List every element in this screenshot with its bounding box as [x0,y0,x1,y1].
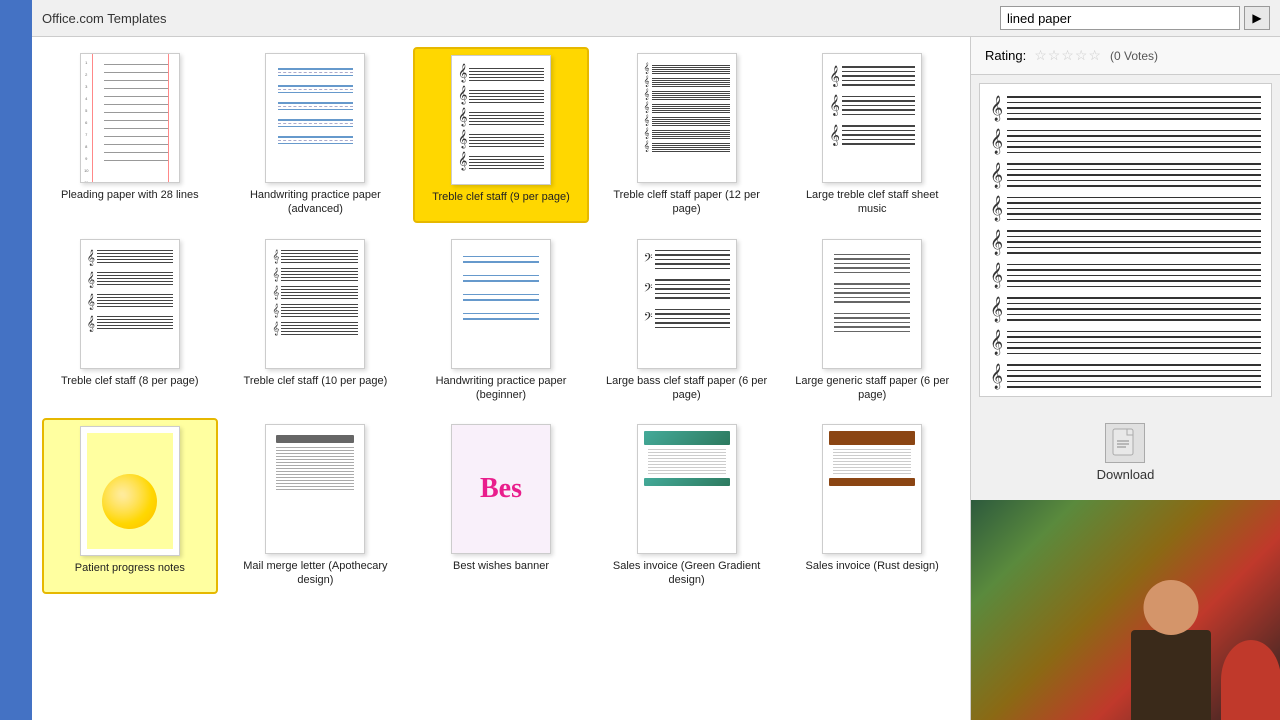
template-thumb-patient-progress [80,426,180,556]
template-large-treble[interactable]: 𝄞 𝄞 [784,47,960,223]
template-thumb-treble-8: 𝄞 𝄞 [80,239,180,369]
template-label-patient-progress: Patient progress notes [75,561,185,575]
pleading-numbers: 123 456 789 101112 13 [81,54,93,182]
content-area: 123 456 789 101112 13 [32,37,1280,720]
template-thumb-hw-beginner [451,239,551,369]
main-content: Office.com Templates ▶ 123 456 789 10111… [32,0,1280,720]
header-bar: Office.com Templates ▶ [32,0,1280,37]
template-label-treble-8: Treble clef staff (8 per page) [61,374,199,388]
preview-section: 𝄞 𝄞 [979,83,1272,397]
template-label-hw-advanced: Handwriting practice paper (advanced) [234,188,398,217]
search-input[interactable] [1000,6,1240,30]
template-handwriting-beginner[interactable]: Handwriting practice paper (beginner) [413,233,589,409]
template-label-treble-10: Treble clef staff (10 per page) [244,374,388,388]
templates-grid: 123 456 789 101112 13 [42,47,960,594]
template-label-pleading-28: Pleading paper with 28 lines [61,188,199,202]
template-pleading-28[interactable]: 123 456 789 101112 13 [42,47,218,223]
template-sales-invoice-green[interactable]: Sales invoice (Green Gradient design) [599,418,775,594]
template-thumb-large-treble: 𝄞 𝄞 [822,53,922,183]
template-handwriting-advanced[interactable]: Handwriting practice paper (advanced) [228,47,404,223]
template-label-large-treble: Large treble clef staff sheet music [790,188,954,217]
rating-stars: ☆☆☆☆☆ [1034,47,1102,64]
left-accent-bar [0,0,32,720]
template-patient-progress[interactable]: Patient progress notes [42,418,218,594]
template-thumb-mail-merge [265,424,365,554]
template-label-hw-beginner: Handwriting practice paper (beginner) [419,374,583,403]
template-generic-staff[interactable]: Large generic staff paper (6 per page) [784,233,960,409]
templates-grid-area: 123 456 789 101112 13 [32,37,970,720]
rating-label: Rating: [985,48,1026,63]
template-label-mail-merge: Mail merge letter (Apothecary design) [234,559,398,588]
template-thumb-treble-12: 𝄞 𝄞 [637,53,737,183]
template-thumb-pleading: 123 456 789 101112 13 [80,53,180,183]
template-thumb-sales-invoice-rust [822,424,922,554]
template-sales-invoice-rust[interactable]: Sales invoice (Rust design) [784,418,960,594]
template-label-generic-staff: Large generic staff paper (6 per page) [790,374,954,403]
template-treble-9[interactable]: 𝄞 𝄞 [413,47,589,223]
search-button[interactable]: ▶ [1244,6,1270,30]
download-icon [1105,423,1145,463]
template-treble-10[interactable]: 𝄞 𝄞 [228,233,404,409]
right-panel: Rating: ☆☆☆☆☆ (0 Votes) 𝄞 [970,37,1280,720]
rating-votes: (0 Votes) [1110,49,1158,63]
download-button[interactable]: Download [1077,415,1175,490]
template-thumb-sales-invoice-green [637,424,737,554]
download-label: Download [1097,467,1155,482]
template-thumb-treble-9: 𝄞 𝄞 [451,55,551,185]
rating-section: Rating: ☆☆☆☆☆ (0 Votes) [971,37,1280,75]
template-label-bass-clef: Large bass clef staff paper (6 per page) [605,374,769,403]
download-section: Download [971,405,1280,500]
template-label-sales-invoice-rust: Sales invoice (Rust design) [806,559,939,573]
search-box: ▶ [1000,6,1270,30]
webcam-area [971,500,1280,720]
template-thumb-treble-10: 𝄞 𝄞 [265,239,365,369]
template-mail-merge[interactable]: Mail merge letter (Apothecary design) [228,418,404,594]
rating-row: Rating: ☆☆☆☆☆ (0 Votes) [985,47,1266,64]
office-label: Office.com Templates [42,11,167,26]
template-thumb-generic-staff [822,239,922,369]
template-label-best-wishes: Best wishes banner [453,559,549,573]
template-label-sales-invoice-green: Sales invoice (Green Gradient design) [605,559,769,588]
template-label-treble-9: Treble clef staff (9 per page) [432,190,570,204]
template-treble-12[interactable]: 𝄞 𝄞 [599,47,775,223]
template-label-treble-12: Treble cleff staff paper (12 per page) [605,188,769,217]
template-best-wishes[interactable]: Bes Best wishes banner [413,418,589,594]
accent-tab [0,130,32,190]
template-treble-8[interactable]: 𝄞 𝄞 [42,233,218,409]
download-file-icon [1112,428,1138,458]
template-thumb-bass-clef: 𝄢 𝄢 [637,239,737,369]
template-bass-clef[interactable]: 𝄢 𝄢 [599,233,775,409]
template-thumb-best-wishes: Bes [451,424,551,554]
template-thumb-hw-advanced [265,53,365,183]
